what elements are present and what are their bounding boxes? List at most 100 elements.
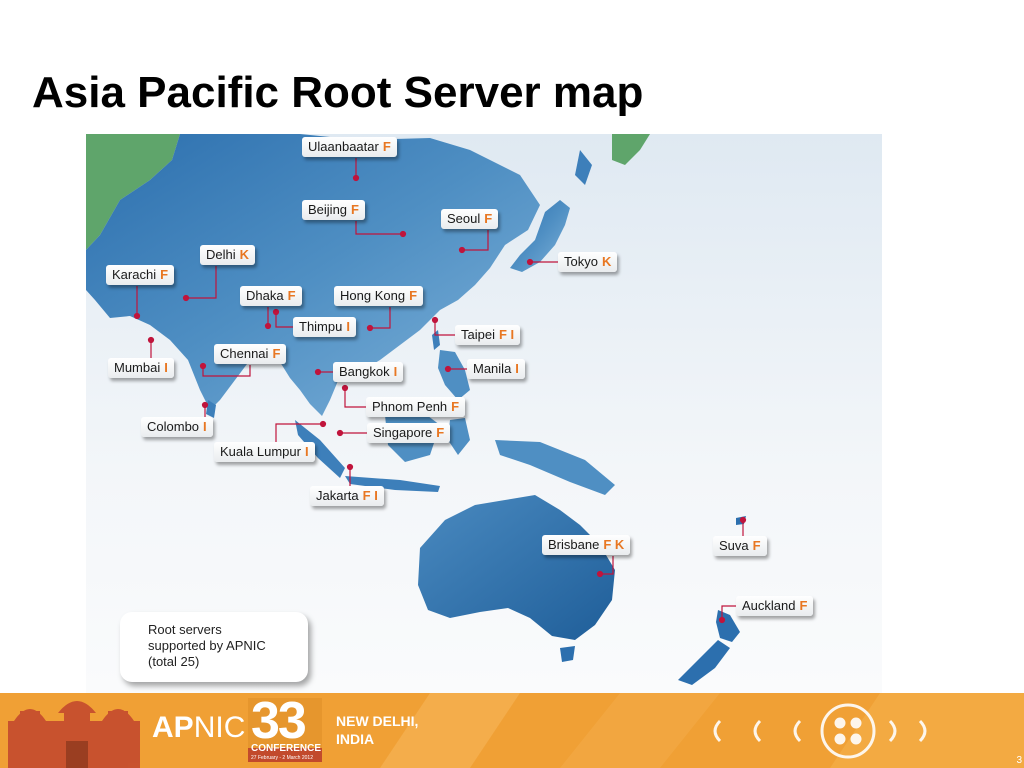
server-marker-auckland xyxy=(718,616,726,624)
city-name: Tokyo xyxy=(564,254,598,269)
city-name: Taipei xyxy=(461,327,495,342)
root-server-letters: F xyxy=(451,399,460,414)
city-label-phnom-penh: Phnom Penh F xyxy=(366,397,466,417)
city-name: Chennai xyxy=(220,346,269,361)
root-server-letters: F xyxy=(436,425,445,440)
city-label-manila: Manila I xyxy=(467,359,525,379)
city-name: Jakarta xyxy=(316,488,359,503)
city-label-hong-kong: Hong Kong F xyxy=(334,286,424,306)
city-name: Mumbai xyxy=(114,360,161,375)
root-server-letters: I xyxy=(393,364,398,379)
root-server-letters: F xyxy=(409,288,418,303)
root-server-letters: F xyxy=(752,538,761,553)
city-label-beijing: Beijing F xyxy=(302,200,365,220)
root-server-letters: F xyxy=(382,139,391,154)
city-name: Brisbane xyxy=(548,537,600,552)
city-label-karachi: Karachi F xyxy=(106,265,175,285)
page-number: 3 xyxy=(1016,755,1022,766)
root-server-letters: I xyxy=(346,319,350,334)
root-server-letters: F xyxy=(160,267,169,282)
apnic-logo: APNIC xyxy=(152,711,246,744)
city-label-auckland: Auckland F xyxy=(736,596,814,616)
server-marker-beijing xyxy=(399,230,407,238)
server-marker-thimpu xyxy=(272,308,280,316)
root-server-letters: K xyxy=(239,247,250,262)
city-label-dhaka: Dhaka F xyxy=(240,286,302,306)
city-name: Manila xyxy=(473,361,512,376)
server-marker-ulaanbaatar xyxy=(352,174,360,182)
city-name: Kuala Lumpur xyxy=(220,444,301,459)
city-name: Delhi xyxy=(206,247,236,262)
city-label-kuala-lumpur: Kuala Lumpur I xyxy=(214,442,315,462)
server-marker-taipei xyxy=(431,316,439,324)
red-fort-icon xyxy=(8,701,140,768)
root-server-letters: K xyxy=(601,254,612,269)
root-server-letters: F xyxy=(351,202,359,217)
city-label-delhi: Delhi K xyxy=(200,245,256,265)
root-server-letters: F xyxy=(484,211,493,226)
root-server-letters: F xyxy=(799,598,808,613)
city-label-taipei: Taipei F I xyxy=(455,325,521,345)
conference-label: CONFERENCE xyxy=(251,743,322,754)
city-name: Auckland xyxy=(742,598,796,613)
city-name: Phnom Penh xyxy=(372,399,448,414)
city-label-mumbai: Mumbai I xyxy=(108,358,174,378)
server-marker-colombo xyxy=(201,401,209,409)
conference-dates: 27 February - 2 March 2012 xyxy=(251,755,313,761)
city-label-thimpu: Thimpu I xyxy=(293,317,356,337)
root-server-letters: I xyxy=(203,419,207,434)
city-label-brisbane: Brisbane F K xyxy=(542,535,631,555)
server-marker-tokyo xyxy=(526,258,534,266)
city-name: Colombo xyxy=(147,419,200,434)
server-marker-delhi xyxy=(182,294,190,302)
city-name: Seoul xyxy=(447,211,481,226)
root-server-letters: I xyxy=(304,444,309,459)
root-server-letters: F I xyxy=(362,488,378,503)
server-marker-bangkok xyxy=(314,368,322,376)
land-tasmania xyxy=(560,646,575,662)
city-label-ulaanbaatar: Ulaanbaatar F xyxy=(302,137,397,157)
city-name: Beijing xyxy=(308,202,348,217)
root-server-letters: F K xyxy=(603,537,625,552)
city-name: Karachi xyxy=(112,267,157,282)
root-server-letters: F xyxy=(287,288,296,303)
city-name: Bangkok xyxy=(339,364,390,379)
server-marker-manila xyxy=(444,365,452,373)
server-marker-singapore xyxy=(336,429,344,437)
server-marker-seoul xyxy=(458,246,466,254)
root-server-letters: F I xyxy=(498,327,515,342)
legend-line-2: supported by APNIC xyxy=(148,638,266,653)
server-marker-hong-kong xyxy=(366,324,374,332)
root-server-letters: I xyxy=(164,360,168,375)
city-label-bangkok: Bangkok I xyxy=(333,362,404,382)
city-label-jakarta: Jakarta F I xyxy=(310,486,384,506)
server-marker-mumbai xyxy=(147,336,155,344)
server-marker-chennai xyxy=(199,362,207,370)
location-line-1: NEW DELHI, xyxy=(336,713,419,729)
city-label-tokyo: Tokyo K xyxy=(558,252,618,272)
server-marker-jakarta xyxy=(346,463,354,471)
legend-line-1: Root servers xyxy=(148,622,222,637)
location-line-2: INDIA xyxy=(336,731,375,747)
legend-box: Root servers supported by APNIC (total 2… xyxy=(120,612,308,682)
city-name: Dhaka xyxy=(246,288,284,303)
city-name: Hong Kong xyxy=(340,288,406,303)
city-label-colombo: Colombo I xyxy=(141,417,213,437)
legend-line-3: (total 25) xyxy=(148,654,200,669)
city-name: Singapore xyxy=(373,425,433,440)
root-server-letters: F xyxy=(272,346,281,361)
conference-footer: APNIC 33 CONFERENCE 27 February - 2 Marc… xyxy=(0,693,1024,768)
city-label-seoul: Seoul F xyxy=(441,209,499,229)
city-name: Ulaanbaatar xyxy=(308,139,379,154)
server-marker-phnom-penh xyxy=(341,384,349,392)
city-name: Suva xyxy=(719,538,749,553)
city-label-suva: Suva F xyxy=(713,536,767,556)
server-marker-dhaka xyxy=(264,322,272,330)
server-marker-karachi xyxy=(133,312,141,320)
server-marker-brisbane xyxy=(596,570,604,578)
server-marker-suva xyxy=(739,516,747,524)
root-server-letters: I xyxy=(515,361,519,376)
server-marker-kuala-lumpur xyxy=(319,420,327,428)
city-label-chennai: Chennai F xyxy=(214,344,287,364)
city-label-singapore: Singapore F xyxy=(367,423,451,443)
